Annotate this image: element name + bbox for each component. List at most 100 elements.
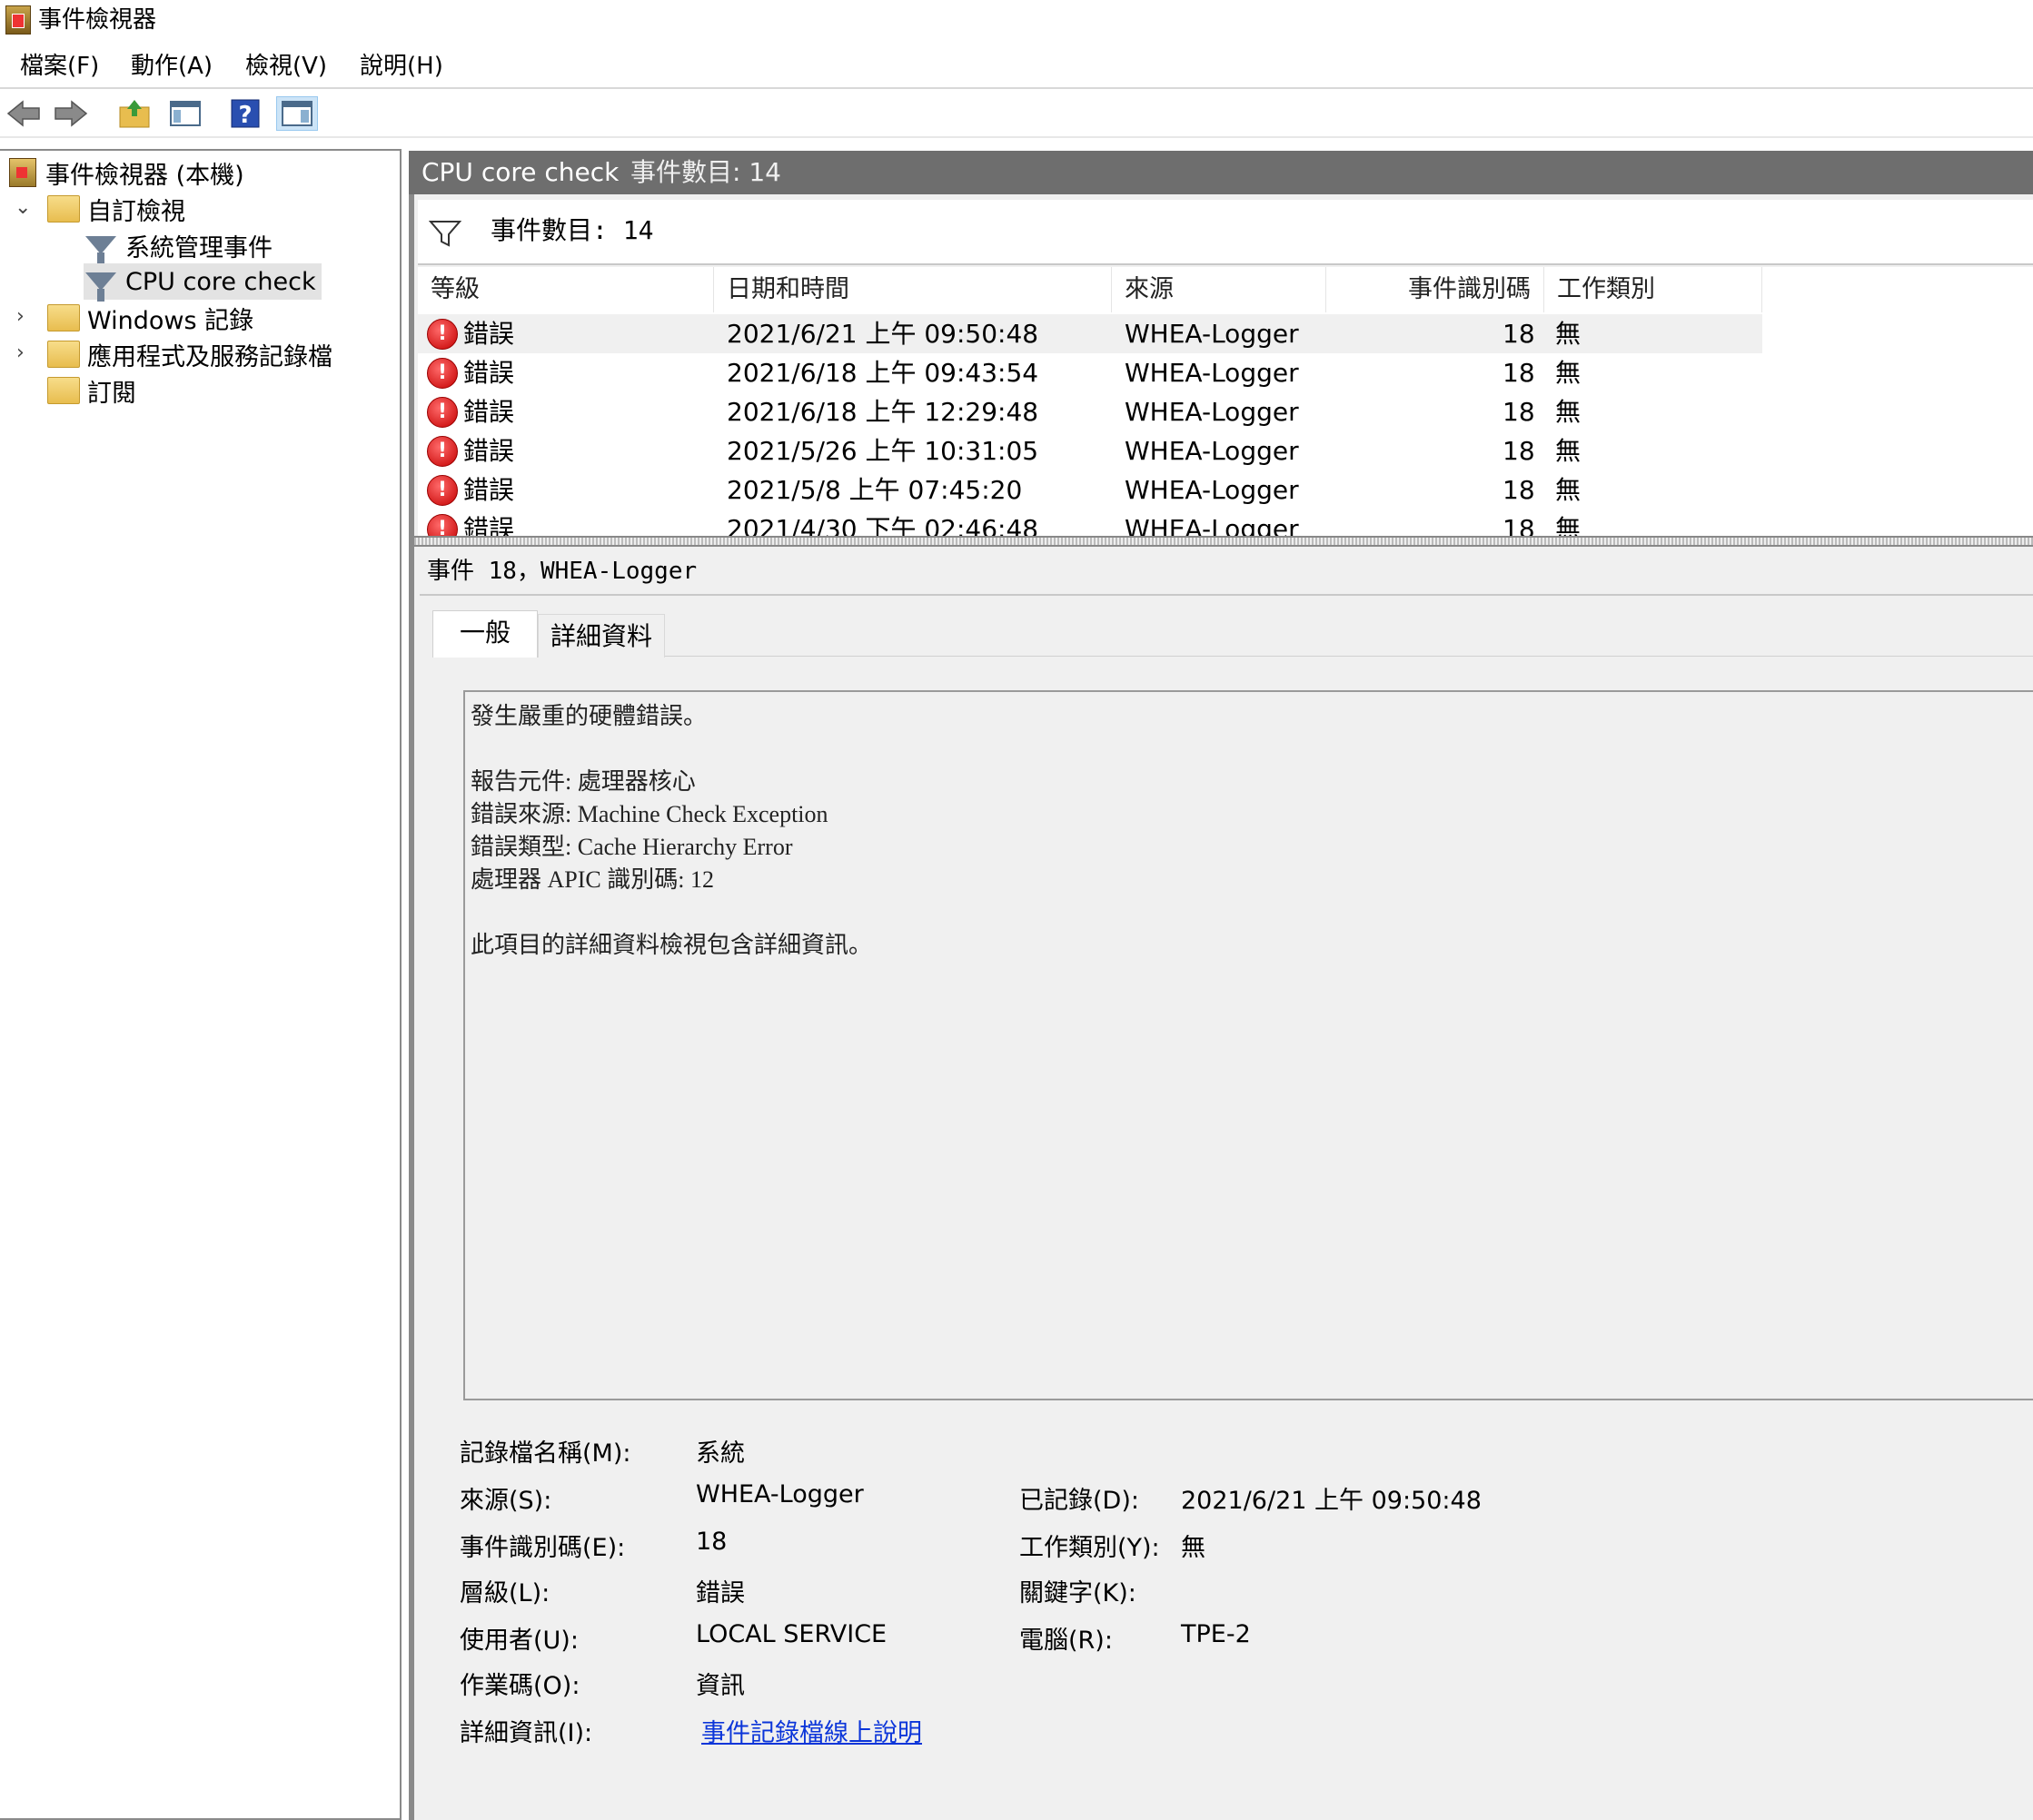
more-info-label: 詳細資訊(I): <box>460 1719 593 1747</box>
folder-icon <box>47 304 80 331</box>
filter-icon <box>429 221 461 247</box>
event-description[interactable]: 發生嚴重的硬體錯誤。 報告元件: 處理器核心 錯誤來源: Machine Che… <box>463 690 2033 1400</box>
forward-button[interactable] <box>53 96 89 131</box>
table-row[interactable]: ! 錯誤 2021/6/18 上午 12:29:48 WHEA-Logger 1… <box>418 392 1762 431</box>
cell-event-id: 18 <box>1502 436 1535 466</box>
menu-file[interactable]: 檔案(F) <box>20 51 99 82</box>
tree-item-label: CPU core check <box>125 267 316 296</box>
table-row[interactable]: ! 錯誤 2021/4/30 下午 02:46:48 WHEA-Logger 1… <box>418 509 1762 536</box>
event-detail-title: 事件 18，WHEA-Logger <box>427 558 698 585</box>
description-line: 此項目的詳細資料檢視包含詳細資訊。 <box>471 932 873 958</box>
event-id-value: 18 <box>696 1528 728 1556</box>
table-row[interactable]: ! 錯誤 2021/6/21 上午 09:50:48 WHEA-Logger 1… <box>418 314 1762 353</box>
show-hide-tree-button[interactable] <box>167 96 203 131</box>
computer-value: TPE-2 <box>1181 1620 1251 1648</box>
title-bar: 事件檢視器 <box>0 0 2033 40</box>
level-label: 層級(L): <box>460 1579 550 1607</box>
description-line: 錯誤類型: Cache Hierarchy Error <box>471 834 793 860</box>
show-hide-action-pane-button[interactable] <box>276 96 318 131</box>
event-count: 事件數目: 14 <box>630 157 781 187</box>
opcode-label: 作業碼(O): <box>460 1672 580 1700</box>
cell-event-id: 18 <box>1502 397 1535 427</box>
menu-help[interactable]: 說明(H) <box>360 51 443 82</box>
cell-source: WHEA-Logger <box>1125 436 1299 466</box>
column-header-task[interactable]: 工作類別 <box>1544 267 1762 312</box>
tab-details[interactable]: 詳細資料 <box>538 614 665 658</box>
cell-event-id: 18 <box>1502 475 1535 505</box>
column-header-datetime[interactable]: 日期和時間 <box>714 267 1112 312</box>
table-row[interactable]: ! 錯誤 2021/6/18 上午 09:43:54 WHEA-Logger 1… <box>418 353 1762 392</box>
online-help-link[interactable]: 事件記錄檔線上說明 <box>701 1713 922 1748</box>
event-id-label: 事件識別碼(E): <box>460 1534 626 1562</box>
keywords-label: 關鍵字(K): <box>1019 1579 1136 1607</box>
filter-count-text: 事件數目: 14 <box>491 215 654 245</box>
tree-item-label: Windows 記錄 <box>87 306 254 335</box>
tree-item-admin-events[interactable]: 系統管理事件 <box>85 227 273 265</box>
error-icon: ! <box>427 319 458 350</box>
tree-item-custom-views[interactable]: 自訂檢視 <box>47 191 185 227</box>
back-button[interactable] <box>5 96 42 131</box>
tree-item-label: 系統管理事件 <box>125 233 273 262</box>
tree-root[interactable]: 事件檢視器 (本機) <box>9 154 244 191</box>
folder-icon <box>47 341 80 368</box>
back-arrow-icon <box>6 100 40 127</box>
opcode-value: 資訊 <box>696 1672 745 1700</box>
cell-task: 無 <box>1555 475 1582 505</box>
tree-item-label: 自訂檢視 <box>87 197 185 226</box>
description-line: 發生嚴重的硬體錯誤。 <box>471 703 708 729</box>
column-header-event-id[interactable]: 事件識別碼 <box>1326 267 1544 312</box>
menu-bar: 檔案(F) 動作(A) 檢視(V) 說明(H) <box>0 45 2033 89</box>
pane-splitter[interactable] <box>414 536 2033 547</box>
logged-label: 已記錄(D): <box>1019 1487 1139 1515</box>
cell-datetime: 2021/6/18 上午 12:29:48 <box>727 397 1039 427</box>
event-viewer-icon <box>9 158 36 187</box>
filter-icon <box>85 272 116 302</box>
computer-label: 電腦(R): <box>1019 1627 1113 1655</box>
tree-item-label: 訂閱 <box>87 379 136 408</box>
level-value: 錯誤 <box>696 1579 745 1607</box>
log-name-value: 系統 <box>696 1439 745 1468</box>
column-header-level[interactable]: 等級 <box>418 267 714 312</box>
svg-text:?: ? <box>238 102 252 129</box>
user-label: 使用者(U): <box>460 1627 579 1655</box>
table-row[interactable]: ! 錯誤 2021/5/8 上午 07:45:20 WHEA-Logger 18… <box>418 470 1762 509</box>
logged-value: 2021/6/21 上午 09:50:48 <box>1181 1487 1482 1515</box>
chevron-right-icon[interactable]: › <box>16 341 25 364</box>
user-value: LOCAL SERVICE <box>696 1620 888 1648</box>
chevron-right-icon[interactable]: › <box>16 305 25 328</box>
tab-general[interactable]: 一般 <box>432 610 538 658</box>
source-label: 來源(S): <box>460 1487 552 1515</box>
tree-item-app-logs[interactable]: 應用程式及服務記錄檔 <box>47 336 332 372</box>
cell-task: 無 <box>1555 514 1582 536</box>
cell-task: 無 <box>1555 397 1582 427</box>
up-folder-button[interactable] <box>116 96 153 131</box>
tree-item-windows-logs[interactable]: Windows 記錄 <box>47 300 253 336</box>
cell-datetime: 2021/5/26 上午 10:31:05 <box>727 436 1039 466</box>
folder-up-icon <box>119 100 150 128</box>
cell-source: WHEA-Logger <box>1125 475 1299 505</box>
filter-bar: 事件數目: 14 <box>418 200 2033 265</box>
event-viewer-icon <box>5 5 31 35</box>
folder-icon <box>47 195 80 223</box>
menu-view[interactable]: 檢視(V) <box>245 51 327 82</box>
cell-level: 錯誤 <box>463 319 515 349</box>
menu-action[interactable]: 動作(A) <box>131 51 213 82</box>
cell-source: WHEA-Logger <box>1125 358 1299 388</box>
forward-arrow-icon <box>55 100 88 127</box>
action-pane-icon <box>282 101 312 126</box>
chevron-down-icon[interactable]: ⌄ <box>15 196 31 219</box>
help-button[interactable]: ? <box>227 96 263 131</box>
error-icon: ! <box>427 358 458 389</box>
cell-event-id: 18 <box>1502 358 1535 388</box>
console-tree-icon <box>170 101 201 126</box>
tree-item-cpu-core-check[interactable]: CPU core check <box>84 263 322 302</box>
subscription-icon <box>47 377 80 404</box>
cell-task: 無 <box>1555 358 1582 388</box>
table-row[interactable]: ! 錯誤 2021/5/26 上午 10:31:05 WHEA-Logger 1… <box>418 431 1762 470</box>
error-icon: ! <box>427 436 458 467</box>
tree-root-label: 事件檢視器 (本機) <box>45 161 244 190</box>
tree-item-subscriptions[interactable]: 訂閱 <box>47 372 136 409</box>
cell-datetime: 2021/4/30 下午 02:46:48 <box>727 514 1039 536</box>
column-header-source[interactable]: 來源 <box>1112 267 1326 312</box>
view-title: CPU core check <box>421 157 620 187</box>
